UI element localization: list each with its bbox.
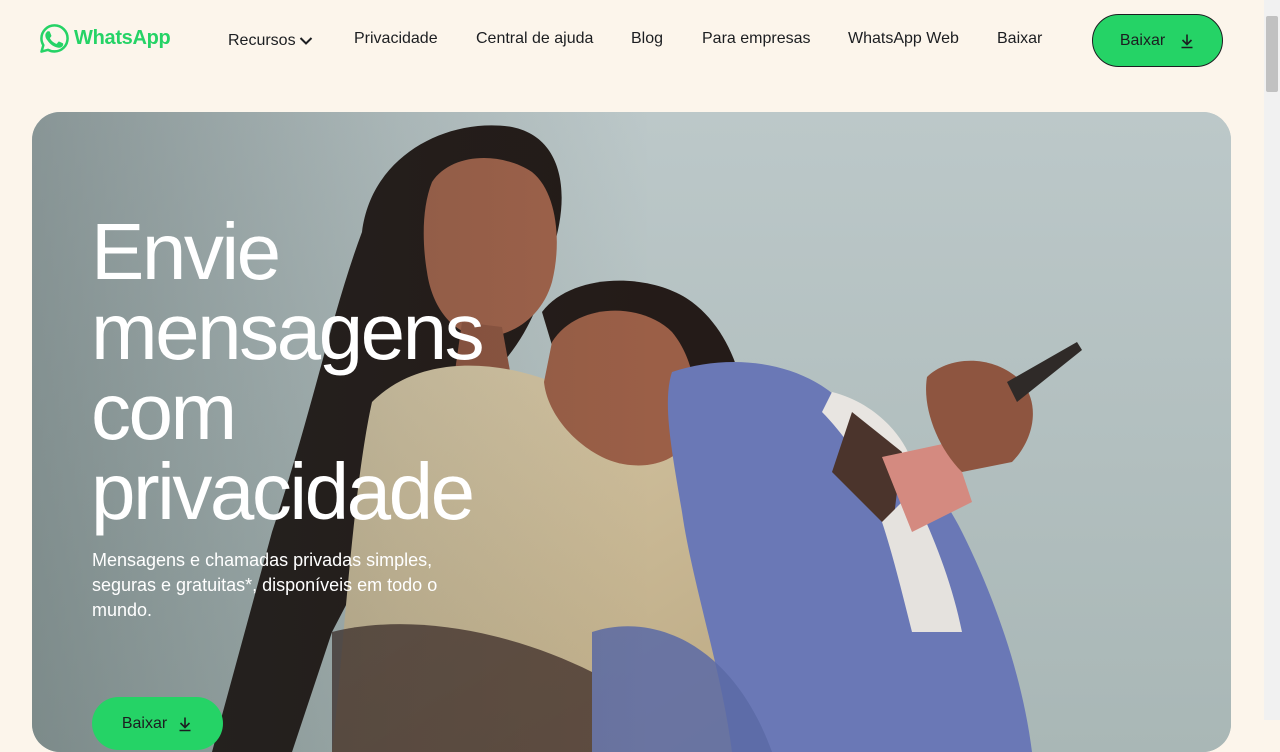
nav-item-label: Privacidade xyxy=(354,30,438,47)
header-download-button[interactable]: Baixar xyxy=(1092,14,1223,67)
logo-text: WhatsApp xyxy=(74,27,171,49)
hero-subtitle: Mensagens e chamadas privadas simples, s… xyxy=(92,550,438,620)
download-icon xyxy=(1181,34,1193,48)
nav-item-baixar[interactable]: Baixar xyxy=(997,30,1042,48)
page-scrollbar[interactable] xyxy=(1264,0,1280,720)
download-icon xyxy=(179,717,191,731)
nav-item-label: Central de ajuda xyxy=(476,30,594,47)
header-download-label: Baixar xyxy=(1119,31,1166,49)
nav-item-privacidade[interactable]: Privacidade xyxy=(354,30,438,48)
nav-item-label: Para empresas xyxy=(702,30,811,47)
hero-section: Envie mensagens com privacidade Mensagen… xyxy=(32,112,1231,752)
nav-item-label: Baixar xyxy=(997,30,1043,47)
scrollbar-thumb[interactable] xyxy=(1266,16,1278,92)
hero-title-line: Envie xyxy=(91,207,281,296)
site-header: WhatsApp Recursos Privacidade Central de… xyxy=(0,0,1264,80)
nav-item-label: Recursos xyxy=(228,32,296,49)
hero-title-line: mensagens xyxy=(91,287,485,376)
chevron-down-icon xyxy=(299,37,312,45)
nav-item-central-de-ajuda[interactable]: Central de ajuda xyxy=(476,30,593,48)
nav-item-whatsapp-web[interactable]: WhatsApp Web xyxy=(848,30,959,48)
whatsapp-logo-icon xyxy=(40,24,69,53)
hero-download-label: Baixar xyxy=(121,714,168,732)
hero-download-button[interactable]: Baixar xyxy=(92,697,223,750)
hero-title-line: com xyxy=(91,367,237,456)
nav-item-label: WhatsApp Web xyxy=(848,30,959,47)
nav-item-para-empresas[interactable]: Para empresas xyxy=(702,30,811,48)
nav-item-label: Blog xyxy=(631,30,664,47)
nav-item-recursos[interactable]: Recursos xyxy=(228,32,313,50)
hero-title-line: privacidade xyxy=(91,447,475,536)
whatsapp-logo[interactable]: WhatsApp xyxy=(39,23,171,54)
nav-item-blog[interactable]: Blog xyxy=(631,30,663,48)
hero-title: Envie mensagens com privacidade xyxy=(91,212,551,532)
